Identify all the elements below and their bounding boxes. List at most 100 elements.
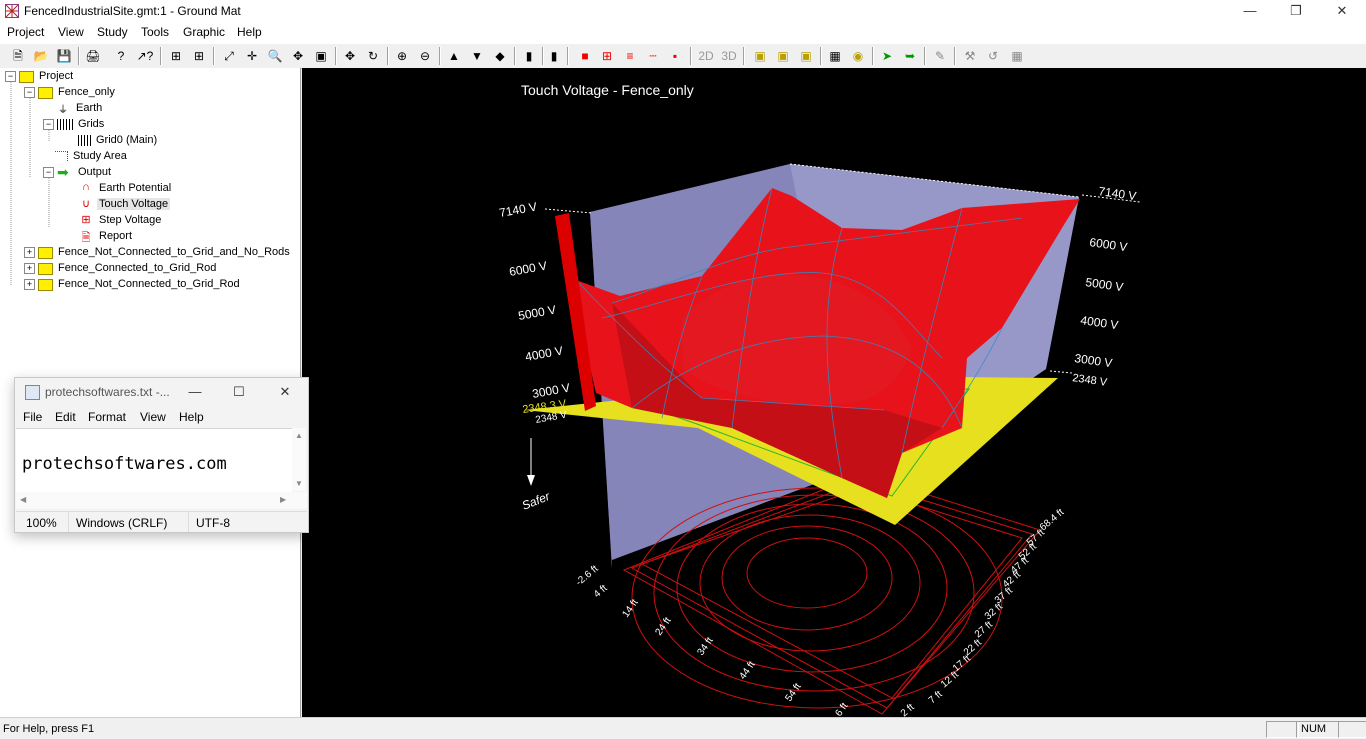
open-folder-icon[interactable]: 📂 <box>32 47 50 65</box>
toolbar: 🗎 📂 💾 🖨 ? ↗? ⊞ ⊞ ⤢ ✛ 🔍 ✥ ▣ ✥ ↻ ⊕ ⊖ ▲ ▼ ◆… <box>0 43 1366 69</box>
rotate-icon[interactable]: ↻ <box>364 47 382 65</box>
help-icon[interactable]: ? <box>112 47 130 65</box>
tool-icon[interactable]: ⚒ <box>961 47 979 65</box>
scroll-up-icon[interactable]: ▲ <box>295 431 303 440</box>
notepad-menu-edit[interactable]: Edit <box>55 410 76 424</box>
red-block-icon[interactable]: ■ <box>576 47 594 65</box>
grid-view-icon[interactable]: ⊞ <box>167 47 185 65</box>
axis-icon[interactable]: ⤢ <box>220 47 238 65</box>
notepad-close-button[interactable]: ✕ <box>269 380 301 404</box>
red-grid-icon[interactable]: ⊞ <box>598 47 616 65</box>
layer-up-icon[interactable]: ▲ <box>445 47 463 65</box>
layer-down-icon[interactable]: ▼ <box>468 47 486 65</box>
menu-graphic[interactable]: Graphic <box>183 25 225 39</box>
tree-item-project[interactable]: − Project <box>5 68 75 84</box>
red-lines-icon[interactable]: ≡ <box>621 47 639 65</box>
notepad-zoom: 100% <box>26 516 57 530</box>
collapse-icon[interactable]: − <box>24 86 35 98</box>
run-icon[interactable]: ➤ <box>878 47 896 65</box>
zoom-in-icon[interactable]: ⊕ <box>393 47 411 65</box>
y-axis-tick: 68.4 ft <box>1038 507 1067 533</box>
tree-item-earth-potential[interactable]: ∩ Earth Potential <box>78 180 173 196</box>
tree-item-touch-voltage[interactable]: ∪ Touch Voltage <box>78 196 171 212</box>
minimize-button[interactable]: — <box>1227 0 1273 23</box>
view-3d-icon[interactable]: 3D <box>720 47 738 65</box>
notepad-menu-help[interactable]: Help <box>179 410 204 424</box>
tree-item-fence-not-connected-no-rods[interactable]: + Fence_Not_Connected_to_Grid_and_No_Rod… <box>24 244 292 260</box>
tree-item-grids[interactable]: − Grids <box>43 116 106 132</box>
notepad-minimize-button[interactable]: — <box>179 380 211 404</box>
notepad-vertical-scrollbar[interactable]: ▲ ▼ <box>292 428 306 491</box>
restore-button[interactable]: ❐ <box>1273 0 1319 23</box>
refresh-icon[interactable]: ↺ <box>984 47 1002 65</box>
node-icon[interactable]: ✛ <box>243 47 261 65</box>
pan-icon[interactable]: ✥ <box>289 47 307 65</box>
notepad-maximize-button[interactable]: ☐ <box>223 380 255 404</box>
notepad-encoding: UTF-8 <box>196 516 230 530</box>
notepad-menu-view[interactable]: View <box>140 410 166 424</box>
save-icon[interactable]: 💾 <box>55 47 73 65</box>
menu-project[interactable]: Project <box>7 25 44 39</box>
notepad-menu-file[interactable]: File <box>23 410 42 424</box>
grid-select-icon[interactable]: ⊞ <box>190 47 208 65</box>
export-icon[interactable]: ▦ <box>1008 47 1026 65</box>
layer-fit-icon[interactable]: ◆ <box>491 47 509 65</box>
zoom-out-icon[interactable]: ⊖ <box>416 47 434 65</box>
edit-item-icon[interactable]: ▣ <box>797 47 815 65</box>
collapse-icon[interactable]: − <box>5 70 16 82</box>
compute-icon[interactable]: ◉ <box>849 47 867 65</box>
menu-view[interactable]: View <box>58 25 84 39</box>
notepad-eol: Windows (CRLF) <box>76 516 168 530</box>
right-axis-tick: 5000 V <box>1085 275 1125 294</box>
grids-icon <box>57 118 73 130</box>
view-2d-icon[interactable]: 2D <box>697 47 715 65</box>
tree-item-output[interactable]: − ➡ Output <box>43 164 113 180</box>
structure-icon[interactable]: ▦ <box>826 47 844 65</box>
print-icon[interactable]: 🖨 <box>84 47 102 65</box>
red-dot-icon[interactable]: ▪ <box>666 47 684 65</box>
grid-icon <box>78 134 91 146</box>
tree-item-fence-not-connected-rod[interactable]: + Fence_Not_Connected_to_Grid_Rod <box>24 276 242 292</box>
menu-study[interactable]: Study <box>97 25 128 39</box>
tree-item-grid0[interactable]: Grid0 (Main) <box>78 132 159 148</box>
notepad-title: protechsoftwares.txt -... <box>45 385 170 399</box>
expand-icon[interactable]: + <box>24 278 35 290</box>
expand-icon[interactable]: + <box>24 262 35 274</box>
zoom-icon[interactable]: 🔍 <box>266 47 284 65</box>
collapse-icon[interactable]: − <box>43 166 54 178</box>
tree-item-report[interactable]: 🗎 Report <box>78 228 134 244</box>
notepad-horizontal-scrollbar[interactable]: ◀ ▶ <box>16 492 307 509</box>
menu-help[interactable]: Help <box>237 25 262 39</box>
plot-view[interactable]: Touch Voltage - Fence_only Safer 2348.3 … <box>302 68 1366 717</box>
bars-icon[interactable]: ▮ <box>545 47 563 65</box>
folder-icon <box>38 263 53 275</box>
add-item-icon[interactable]: ▣ <box>751 47 769 65</box>
run-all-icon[interactable]: ➥ <box>901 47 919 65</box>
plot-title: Touch Voltage - Fence_only <box>521 82 694 98</box>
scroll-right-icon[interactable]: ▶ <box>280 495 286 504</box>
new-file-icon[interactable]: 🗎 <box>9 47 27 65</box>
expand-icon[interactable]: + <box>24 246 35 258</box>
collapse-icon[interactable]: − <box>43 118 54 130</box>
pen-icon[interactable]: ✎ <box>931 47 949 65</box>
touch-voltage-plot[interactable]: Touch Voltage - Fence_only Safer 2348.3 … <box>302 68 1366 717</box>
context-help-icon[interactable]: ↗? <box>136 47 154 65</box>
move-icon[interactable]: ✥ <box>341 47 359 65</box>
ruler-icon[interactable]: ▮ <box>520 47 538 65</box>
tree-item-earth[interactable]: ⏚ Earth <box>55 100 104 116</box>
tree-item-fence-only[interactable]: − Fence_only <box>24 84 117 100</box>
scroll-left-icon[interactable]: ◀ <box>20 495 26 504</box>
close-button[interactable]: ✕ <box>1319 0 1365 23</box>
x-axis-tick: -2.6 ft <box>574 563 601 588</box>
notepad-menu-format[interactable]: Format <box>88 410 126 424</box>
red-columns-icon[interactable]: ┄ <box>644 47 662 65</box>
tree-item-study-area[interactable]: Study Area <box>55 148 129 164</box>
notepad-window[interactable]: protechsoftwares.txt -... — ☐ ✕ File Edi… <box>14 377 309 533</box>
fit-icon[interactable]: ▣ <box>312 47 330 65</box>
tree-item-fence-connected-rod[interactable]: + Fence_Connected_to_Grid_Rod <box>24 260 218 276</box>
scroll-down-icon[interactable]: ▼ <box>295 479 303 488</box>
notepad-text-area[interactable]: protechsoftwares.com <box>16 428 292 492</box>
remove-item-icon[interactable]: ▣ <box>774 47 792 65</box>
menu-tools[interactable]: Tools <box>141 25 169 39</box>
tree-item-step-voltage[interactable]: ⊞ Step Voltage <box>78 212 163 228</box>
